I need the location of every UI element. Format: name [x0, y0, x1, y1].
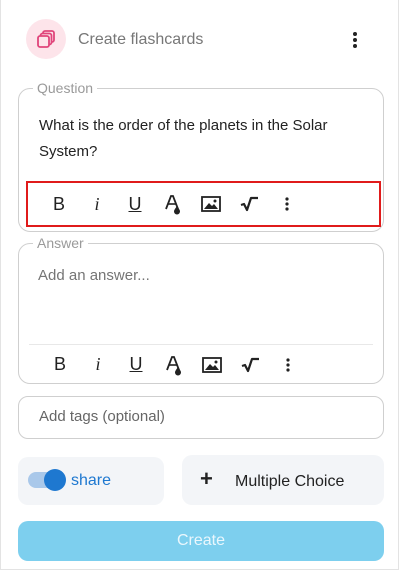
answer-legend: Answer	[33, 234, 88, 252]
answer-input[interactable]	[38, 266, 358, 286]
question-formatting-toolbar: B i U	[26, 181, 381, 227]
share-control: share	[18, 457, 164, 505]
text-color-icon[interactable]	[154, 189, 192, 219]
plus-icon: +	[200, 466, 213, 491]
multiple-choice-label: Multiple Choice	[235, 473, 345, 490]
kebab-icon	[353, 32, 357, 48]
math-formula-icon[interactable]	[230, 189, 268, 219]
math-formula-icon[interactable]	[231, 350, 269, 380]
flashcard-panel: Create flashcards Question What is the o…	[0, 0, 399, 570]
underline-button[interactable]: U	[116, 189, 154, 219]
italic-button[interactable]: i	[78, 189, 116, 219]
image-icon[interactable]	[192, 189, 230, 219]
multiple-choice-button[interactable]: + Multiple Choice	[182, 455, 384, 505]
create-button[interactable]: Create	[18, 521, 384, 561]
page-title: Create flashcards	[78, 31, 204, 48]
question-text[interactable]: What is the order of the planets in the …	[39, 113, 359, 165]
tags-field[interactable]	[18, 396, 384, 439]
toggle-knob	[44, 469, 66, 491]
bold-button[interactable]: B	[41, 350, 79, 380]
more-formatting-icon[interactable]	[268, 189, 306, 219]
more-formatting-icon[interactable]	[269, 350, 307, 380]
text-color-icon[interactable]	[155, 350, 193, 380]
question-legend: Question	[33, 79, 98, 97]
share-toggle[interactable]	[28, 469, 66, 491]
answer-field[interactable]: Answer B i U	[18, 234, 384, 384]
share-label[interactable]: share	[71, 472, 111, 490]
underline-button[interactable]: U	[117, 350, 155, 380]
image-icon[interactable]	[193, 350, 231, 380]
more-options-button[interactable]	[345, 27, 365, 53]
answer-formatting-toolbar: B i U	[29, 344, 373, 384]
italic-button[interactable]: i	[79, 350, 117, 380]
bold-button[interactable]: B	[40, 189, 78, 219]
question-field[interactable]: Question What is the order of the planet…	[18, 79, 384, 232]
cards-icon	[26, 19, 66, 59]
tags-input[interactable]	[39, 408, 359, 425]
